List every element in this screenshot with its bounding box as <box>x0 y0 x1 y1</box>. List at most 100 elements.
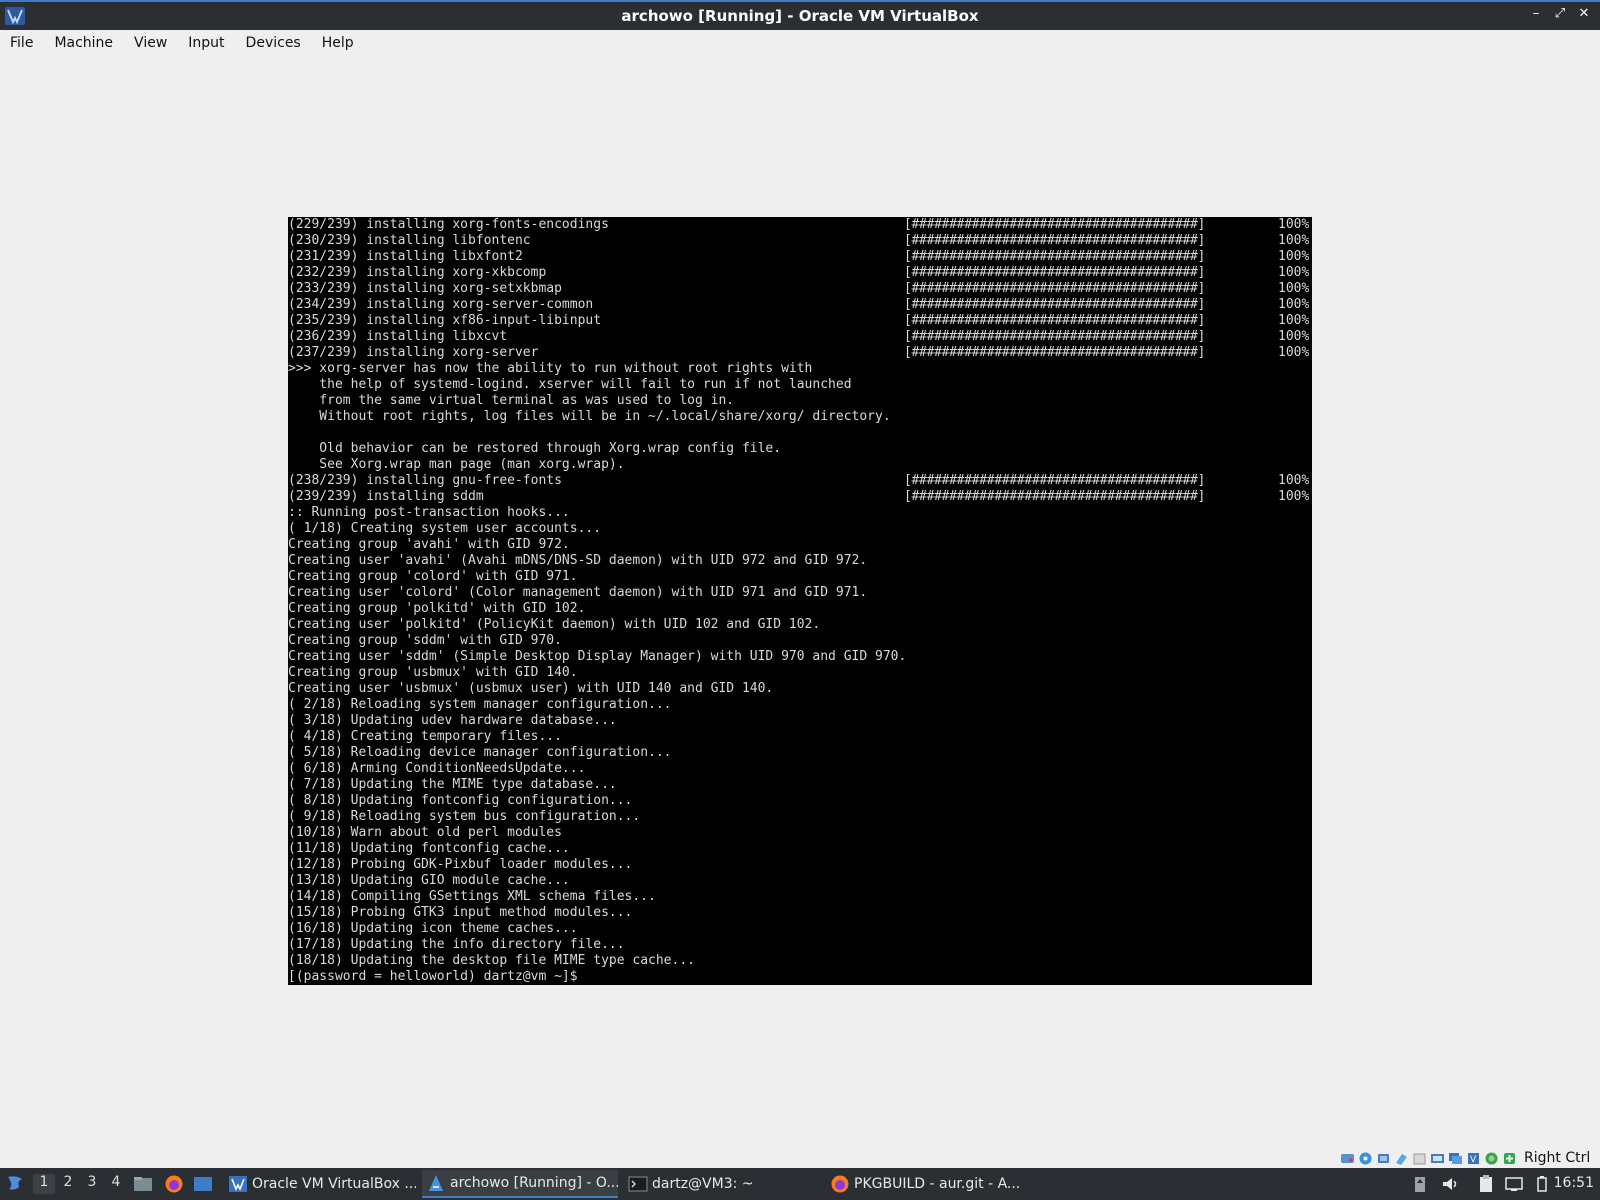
terminal-line: >>> xorg-server has now the ability to r… <box>288 361 1312 377</box>
task-virtualbox-manager[interactable]: Oracle VM VirtualBox ... <box>224 1170 416 1198</box>
minimize-button[interactable]: – <box>1528 6 1544 21</box>
terminal-line-text: (232/239) installing xorg-xkbcomp <box>288 265 547 280</box>
terminal-line: ( 2/18) Reloading system manager configu… <box>288 697 1312 713</box>
terminal-line: Creating user 'colord' (Color management… <box>288 585 1312 601</box>
terminal-line: ( 3/18) Updating udev hardware database.… <box>288 713 1312 729</box>
optical-drive-icon[interactable] <box>1358 1151 1373 1166</box>
vm-display[interactable]: (229/239) installing xorg-fonts-encoding… <box>288 217 1312 985</box>
menu-bar: File Machine View Input Devices Help <box>0 30 1600 56</box>
virtualbox-icon <box>229 1176 247 1192</box>
terminal-line-text: ( 8/18) Updating fontconfig configuratio… <box>288 793 633 808</box>
progress-percent: 100% <box>1278 297 1310 312</box>
progress-bar-text: [######################################] <box>904 233 1206 248</box>
progress-bar-text: [######################################] <box>904 217 1206 232</box>
clipboard-icon[interactable] <box>1476 1174 1496 1194</box>
hard-disk-icon[interactable] <box>1340 1151 1355 1166</box>
workspace-3[interactable]: 3 <box>81 1174 103 1194</box>
window-titlebar[interactable]: archowo [Running] - Oracle VM VirtualBox… <box>0 0 1600 30</box>
terminal-line: (17/18) Updating the info directory file… <box>288 937 1312 953</box>
menu-devices[interactable]: Devices <box>246 35 301 51</box>
terminal-line: (239/239) installing sddm [##############… <box>288 489 1312 505</box>
maximize-button[interactable]: ⤢ <box>1552 6 1568 21</box>
terminal-line-text: :: Running post-transaction hooks... <box>288 505 570 520</box>
progress-percent: 100% <box>1278 489 1310 504</box>
terminal-line-text: Creating user 'polkitd' (PolicyKit daemo… <box>288 617 821 632</box>
terminal-line-text: (10/18) Warn about old perl modules <box>288 825 562 840</box>
terminal-line-text: ( 4/18) Creating temporary files... <box>288 729 562 744</box>
terminal-line: ( 4/18) Creating temporary files... <box>288 729 1312 745</box>
audio-icon[interactable] <box>1376 1151 1391 1166</box>
shared-folder-icon[interactable] <box>1430 1151 1445 1166</box>
upload-indicator-icon[interactable] <box>1410 1174 1430 1194</box>
workspace-1[interactable]: 1 <box>33 1174 55 1194</box>
progress-percent: 100% <box>1278 345 1310 360</box>
terminal-line: Creating group 'usbmux' with GID 140. <box>288 665 1312 681</box>
task-label: Oracle VM VirtualBox ... <box>252 1176 416 1192</box>
mouse-integration-icon[interactable] <box>1502 1151 1517 1166</box>
battery-icon[interactable] <box>1532 1174 1552 1194</box>
progress-percent: 100% <box>1278 329 1310 344</box>
start-menu-icon[interactable] <box>5 1173 27 1195</box>
terminal-line: See Xorg.wrap man page (man xorg.wrap). <box>288 457 1312 473</box>
terminal-line: (230/239) installing libfontenc [########… <box>288 233 1312 249</box>
task-archowo-vm[interactable]: archowo [Running] - O... <box>422 1170 618 1198</box>
terminal-line-text: (230/239) installing libfontenc <box>288 233 531 248</box>
workspace-2[interactable]: 2 <box>57 1174 79 1194</box>
terminal-line-text: (237/239) installing xorg-server <box>288 345 539 360</box>
terminal-line-text: >>> xorg-server has now the ability to r… <box>288 361 813 376</box>
workspace-4[interactable]: 4 <box>105 1174 127 1194</box>
terminal-line: :: Running post-transaction hooks... <box>288 505 1312 521</box>
volume-icon[interactable] <box>1440 1174 1460 1194</box>
terminal-line-text: Creating user 'colord' (Color management… <box>288 585 868 600</box>
terminal-line: Creating group 'colord' with GID 971. <box>288 569 1312 585</box>
progress-bar-text: [######################################] <box>904 265 1206 280</box>
terminal-line-text: Without root rights, log files will be i… <box>288 409 891 424</box>
firefox-launcher-icon[interactable] <box>164 1174 184 1194</box>
task-label: dartz@VM3: ~ <box>652 1176 754 1192</box>
terminal-line-text: Creating user 'sddm' (Simple Desktop Dis… <box>288 649 907 664</box>
usb-icon[interactable] <box>1412 1151 1427 1166</box>
menu-machine[interactable]: Machine <box>54 35 113 51</box>
progress-percent: 100% <box>1278 265 1310 280</box>
progress-bar-text: [######################################] <box>904 313 1206 328</box>
terminal-line: (237/239) installing xorg-server [#######… <box>288 345 1312 361</box>
menu-file[interactable]: File <box>10 35 33 51</box>
progress-bar-text: [######################################] <box>904 345 1206 360</box>
task-firefox[interactable]: PKGBUILD - aur.git - A... <box>826 1170 1026 1198</box>
cpu-icon[interactable] <box>1484 1151 1499 1166</box>
task-terminal[interactable]: dartz@VM3: ~ <box>624 1170 820 1198</box>
progress-percent: 100% <box>1278 249 1310 264</box>
terminal-line: Creating user 'usbmux' (usbmux user) wit… <box>288 681 1312 697</box>
firefox-icon <box>831 1175 849 1193</box>
terminal-line-text: [(password = helloworld) dartz@vm ~]$ <box>288 969 578 984</box>
terminal-line-text: See Xorg.wrap man page (man xorg.wrap). <box>288 457 625 472</box>
network-icon[interactable] <box>1394 1151 1409 1166</box>
terminal-line: ( 5/18) Reloading device manager configu… <box>288 745 1312 761</box>
terminal-line: (11/18) Updating fontconfig cache... <box>288 841 1312 857</box>
progress-bar-text: [######################################] <box>904 281 1206 296</box>
progress-percent: 100% <box>1278 217 1310 232</box>
close-button[interactable]: ✕ <box>1576 6 1592 21</box>
terminal-line: (14/18) Compiling GSettings XML schema f… <box>288 889 1312 905</box>
recording-icon[interactable]: V <box>1466 1151 1481 1166</box>
terminal-line-text: (16/18) Updating icon theme caches... <box>288 921 578 936</box>
terminal-line: (13/18) Updating GIO module cache... <box>288 873 1312 889</box>
terminal-line: (10/18) Warn about old perl modules <box>288 825 1312 841</box>
menu-input[interactable]: Input <box>188 35 224 51</box>
terminal-output: (229/239) installing xorg-fonts-encoding… <box>288 217 1312 985</box>
progress-percent: 100% <box>1278 313 1310 328</box>
clock[interactable]: 16:51 <box>1554 1175 1594 1191</box>
terminal-line-text: (236/239) installing libxcvt <box>288 329 508 344</box>
vm-status-bar: V Right Ctrl <box>1340 1148 1590 1168</box>
terminal-line-text: ( 3/18) Updating udev hardware database.… <box>288 713 617 728</box>
menu-help[interactable]: Help <box>322 35 354 51</box>
desktop-icon[interactable] <box>193 1174 213 1194</box>
window-title: archowo [Running] - Oracle VM VirtualBox <box>621 7 979 25</box>
file-manager-icon[interactable] <box>133 1174 153 1194</box>
terminal-line: Old behavior can be restored through Xor… <box>288 441 1312 457</box>
progress-percent: 100% <box>1278 281 1310 296</box>
display-icon[interactable] <box>1448 1151 1463 1166</box>
host-key-label[interactable]: Right Ctrl <box>1524 1150 1590 1166</box>
network-tray-icon[interactable] <box>1504 1174 1524 1194</box>
menu-view[interactable]: View <box>134 35 167 51</box>
